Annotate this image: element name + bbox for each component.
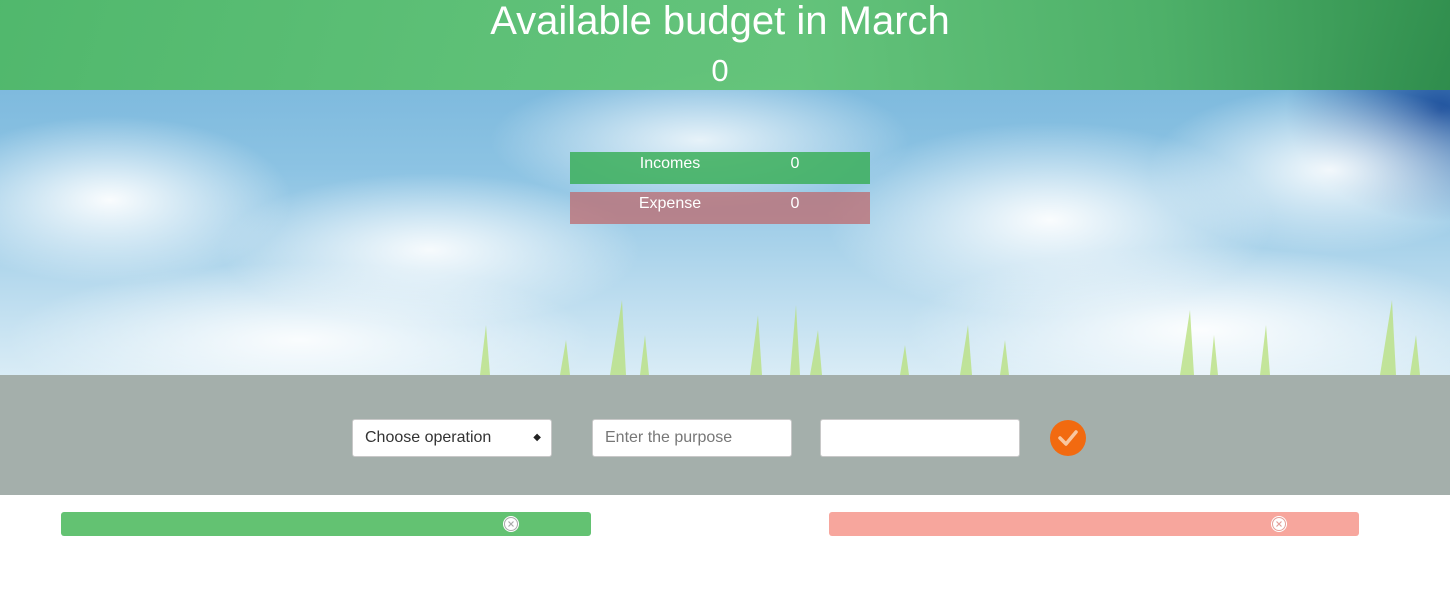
delete-income-button[interactable] (503, 516, 519, 532)
purpose-input[interactable] (592, 419, 792, 457)
operation-select-value: Choose operation (365, 429, 492, 446)
check-icon (1058, 430, 1078, 446)
amount-input[interactable] (820, 419, 1020, 457)
expense-value: 0 (790, 195, 800, 212)
close-circle-icon (1272, 517, 1286, 531)
close-circle-icon (504, 517, 518, 531)
page-title: Available budget in March (490, 0, 950, 43)
delete-expense-button[interactable] (1271, 516, 1287, 532)
select-arrows-icon: ◆ (533, 432, 541, 443)
operation-select[interactable]: Choose operation ◆ (352, 419, 552, 457)
expense-list-item (829, 512, 1359, 536)
incomes-value: 0 (790, 155, 800, 172)
incomes-label: Incomes (639, 155, 701, 172)
submit-button[interactable] (1050, 420, 1086, 456)
income-list-item (61, 512, 591, 536)
expense-summary: Expense 0 (570, 192, 870, 224)
add-operation-panel: Choose operation ◆ (0, 375, 1450, 495)
incomes-summary: Incomes 0 (570, 152, 870, 184)
available-budget-value: 0 (711, 53, 729, 88)
grass-decoration (480, 300, 1420, 375)
expense-label: Expense (638, 195, 702, 212)
